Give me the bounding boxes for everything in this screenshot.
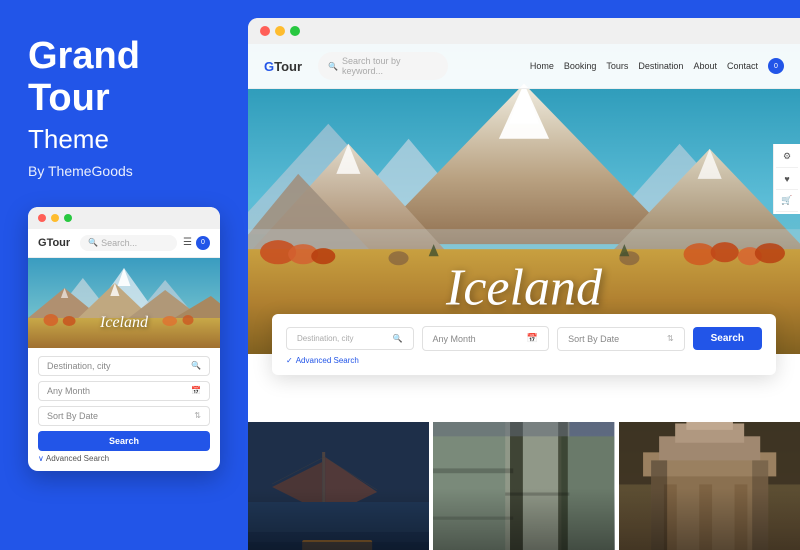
- advanced-search-link[interactable]: ✓ Advanced Search: [286, 356, 762, 365]
- dest-card-north-america[interactable]: North America: [248, 422, 429, 550]
- mini-dot-green: [64, 214, 72, 222]
- dest-card-asia[interactable]: Asia: [619, 422, 800, 550]
- search-form: Destination, city 🔍 Any Month 📅 Sort By …: [272, 314, 776, 375]
- north-america-overlay: [248, 488, 429, 550]
- brand-title-sub: Theme: [28, 124, 220, 155]
- mini-cart-badge: 0: [196, 236, 210, 250]
- mini-sort-icon: ⇅: [194, 411, 201, 420]
- mini-destination-input[interactable]: Destination, city 🔍: [38, 356, 210, 376]
- brand-title: Grand Tour Theme By ThemeGoods: [28, 36, 220, 207]
- dest-card-south-america[interactable]: South America: [433, 422, 614, 550]
- mini-nav-icons: ☰ 0: [183, 236, 210, 250]
- sort-arrows-icon: ⇅: [667, 334, 674, 343]
- sidebar-icon-cart[interactable]: 🛒: [776, 190, 798, 212]
- mini-search-field-icon: 🔍: [191, 361, 201, 370]
- mini-search-button[interactable]: Search: [38, 431, 210, 451]
- site-navbar: GTour 🔍 Search tour by keyword... Home B…: [248, 44, 800, 89]
- search-button[interactable]: Search: [693, 327, 762, 350]
- south-america-overlay: [433, 488, 614, 550]
- mini-preview-card: GTour 🔍 Search... ☰ 0: [28, 207, 220, 471]
- sidebar-icon-heart[interactable]: ♥: [776, 168, 798, 190]
- nav-destination[interactable]: Destination: [638, 61, 683, 71]
- mini-dot-red: [38, 214, 46, 222]
- browser-sidebar-icons: ⚙ ♥ 🛒: [773, 144, 800, 214]
- calendar-icon: 📅: [527, 333, 538, 344]
- mini-window-dots: [28, 207, 220, 229]
- mini-search-bar[interactable]: 🔍 Search...: [80, 235, 177, 251]
- destination-input[interactable]: Destination, city 🔍: [286, 327, 414, 350]
- nav-booking[interactable]: Booking: [564, 61, 597, 71]
- mini-menu-icon: ☰: [183, 237, 192, 248]
- browser-window: GTour 🔍 Search tour by keyword... Home B…: [248, 18, 800, 550]
- mini-dot-yellow: [51, 214, 59, 222]
- hero-title: Iceland: [402, 262, 645, 314]
- mini-hero-text: Iceland: [100, 314, 148, 332]
- dest-placeholder: Destination, city: [297, 334, 353, 343]
- sort-placeholder: Sort By Date: [568, 334, 619, 344]
- asia-overlay: [619, 488, 800, 550]
- brand-title-main: Grand Tour: [28, 36, 220, 120]
- mini-logo: GTour: [38, 237, 70, 249]
- destination-cards-row: North America: [248, 422, 800, 550]
- advanced-checkmark: ✓: [286, 356, 293, 365]
- browser-content: GTour 🔍 Search tour by keyword... Home B…: [248, 44, 800, 550]
- site-nav-links: Home Booking Tours Destination About Con…: [460, 58, 784, 74]
- advanced-search-label: Advanced Search: [296, 356, 359, 365]
- mini-hero: Iceland: [28, 258, 220, 348]
- dest-search-icon: 🔍: [393, 334, 403, 343]
- browser-dot-red: [260, 26, 270, 36]
- mini-search-icon: 🔍: [88, 238, 98, 247]
- browser-dot-green: [290, 26, 300, 36]
- mini-adv-chevron: ∨: [38, 454, 44, 463]
- nav-home[interactable]: Home: [530, 61, 554, 71]
- browser-top-bar: [248, 18, 800, 44]
- month-placeholder: Any Month: [433, 334, 476, 344]
- nav-about[interactable]: About: [693, 61, 717, 71]
- sidebar-icon-settings[interactable]: ⚙: [776, 146, 798, 168]
- brand-by-line: By ThemeGoods: [28, 163, 220, 179]
- mini-hero-mountains-svg: [28, 258, 220, 348]
- site-search-bar[interactable]: 🔍 Search tour by keyword...: [318, 52, 448, 80]
- cart-icon[interactable]: 0: [768, 58, 784, 74]
- site-search-placeholder: Search tour by keyword...: [342, 56, 438, 76]
- browser-dot-yellow: [275, 26, 285, 36]
- mini-month-input[interactable]: Any Month 📅: [38, 381, 210, 401]
- nav-tours[interactable]: Tours: [606, 61, 628, 71]
- site-logo: GTour: [264, 59, 302, 74]
- mini-form: Destination, city 🔍 Any Month 📅 Sort By …: [28, 348, 220, 471]
- mini-sort-input[interactable]: Sort By Date ⇅: [38, 406, 210, 426]
- mini-search-placeholder: Search...: [101, 238, 137, 248]
- mini-navbar: GTour 🔍 Search... ☰ 0: [28, 229, 220, 258]
- mini-advanced-search[interactable]: ∨ Advanced Search: [38, 454, 210, 463]
- nav-contact[interactable]: Contact: [727, 61, 758, 71]
- site-search-icon: 🔍: [328, 62, 338, 71]
- mini-calendar-icon: 📅: [191, 386, 201, 395]
- month-select[interactable]: Any Month 📅: [422, 326, 550, 351]
- sort-select[interactable]: Sort By Date ⇅: [557, 327, 685, 351]
- search-form-row: Destination, city 🔍 Any Month 📅 Sort By …: [286, 326, 762, 351]
- left-panel: Grand Tour Theme By ThemeGoods GTour 🔍 S…: [0, 0, 248, 550]
